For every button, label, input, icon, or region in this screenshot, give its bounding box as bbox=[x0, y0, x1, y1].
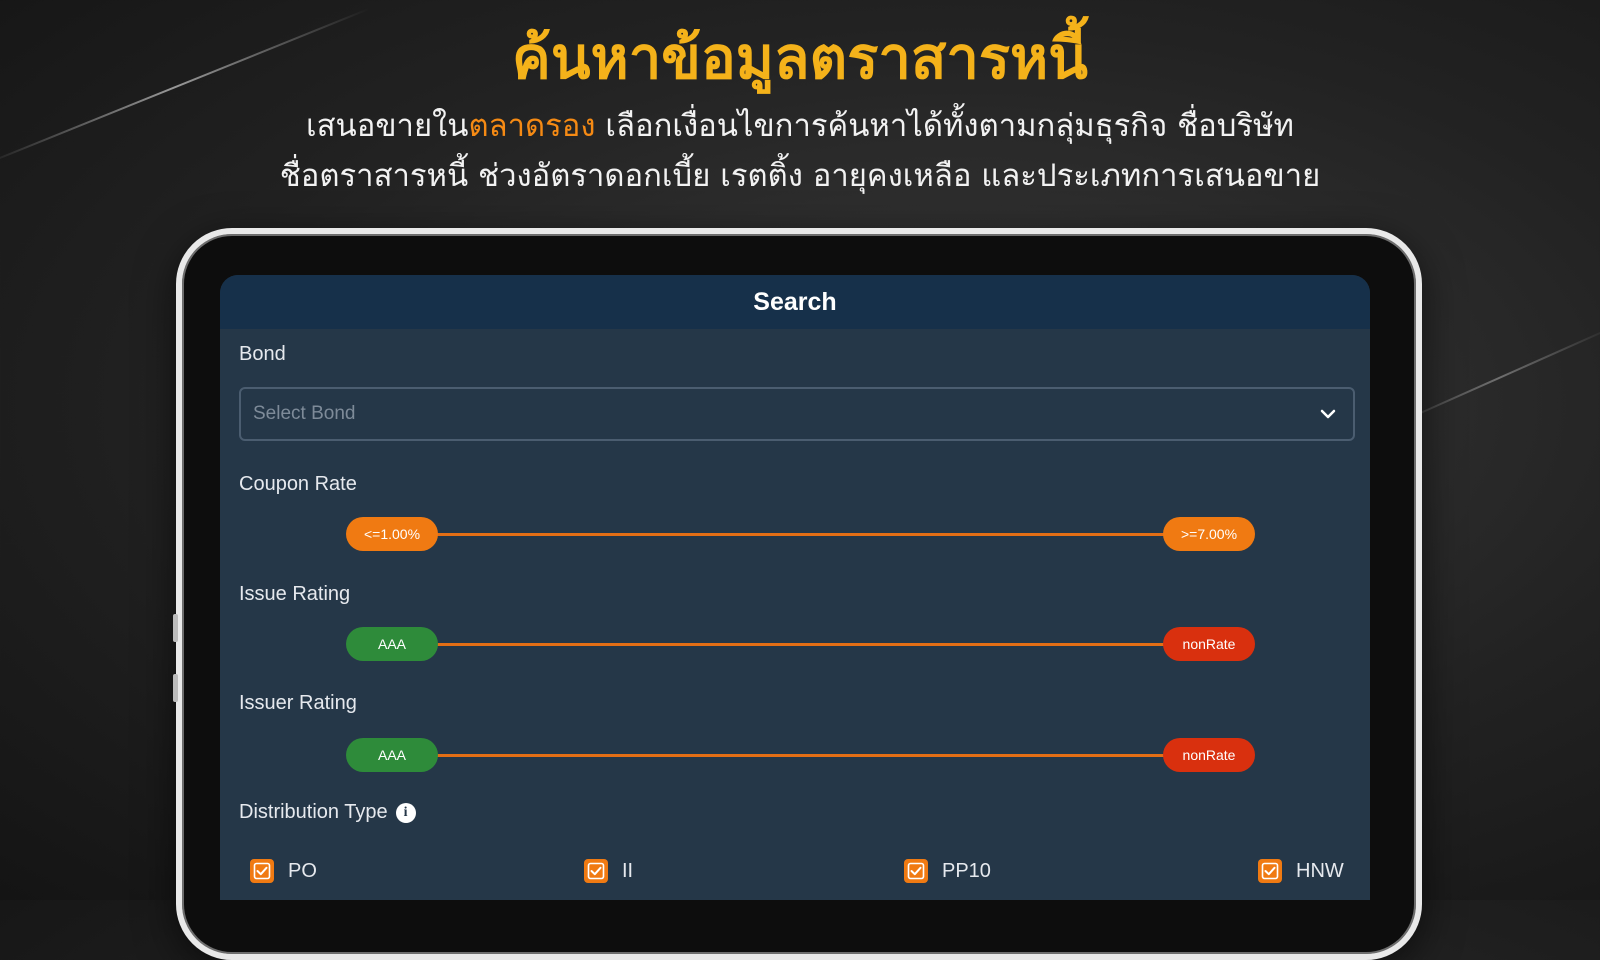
coupon-rate-label: Coupon Rate bbox=[239, 473, 357, 495]
promo-subline-1: เสนอขายในตลาดรอง เลือกเงื่อนไขการค้นหาได… bbox=[0, 104, 1600, 148]
issuer-rating-slider-track[interactable] bbox=[375, 754, 1205, 757]
bond-select[interactable]: Select Bond bbox=[239, 387, 1355, 441]
bond-label: Bond bbox=[239, 343, 286, 365]
check-icon[interactable] bbox=[904, 859, 928, 883]
coupon-rate-max-handle[interactable]: >=7.00% bbox=[1163, 517, 1255, 551]
checkbox-hnw[interactable]: HNW bbox=[1258, 859, 1344, 883]
checkbox-po-label: PO bbox=[288, 859, 317, 882]
coupon-rate-min-handle[interactable]: <=1.00% bbox=[346, 517, 438, 551]
issue-rating-slider-track[interactable] bbox=[375, 643, 1205, 646]
issue-rating-max-handle[interactable]: nonRate bbox=[1163, 627, 1255, 661]
screen-title: Search bbox=[220, 275, 1370, 329]
checkbox-po[interactable]: PO bbox=[250, 859, 317, 883]
checkbox-pp10-label: PP10 bbox=[942, 859, 991, 882]
info-icon[interactable]: i bbox=[395, 803, 416, 823]
issuer-rating-label: Issuer Rating bbox=[239, 692, 357, 714]
chevron-down-icon[interactable] bbox=[1319, 406, 1337, 425]
bond-select-placeholder: Select Bond bbox=[253, 403, 356, 424]
issue-rating-label: Issue Rating bbox=[239, 583, 351, 605]
issuer-rating-max-handle[interactable]: nonRate bbox=[1163, 738, 1255, 772]
check-icon[interactable] bbox=[250, 859, 274, 883]
tablet-side-button bbox=[173, 674, 178, 702]
promo-subline-1-start: เสนอขายใน bbox=[306, 108, 469, 144]
promo-subline-2: ชื่อตราสารหนี้ ช่วงอัตราดอกเบี้ย เรตติ้ง… bbox=[279, 158, 1321, 194]
distribution-type-text: Distribution Type bbox=[239, 801, 388, 823]
checkbox-ii-label: II bbox=[622, 859, 634, 882]
check-icon[interactable] bbox=[584, 859, 608, 883]
coupon-rate-slider-track[interactable] bbox=[375, 533, 1205, 536]
checkbox-hnw-label: HNW bbox=[1296, 859, 1344, 882]
promo-subline-1-end: เลือกเงื่อนไขการค้นหาได้ทั้งตามกลุ่มธุรก… bbox=[595, 108, 1294, 144]
checkbox-ii[interactable]: II bbox=[584, 859, 633, 883]
issue-rating-min-handle[interactable]: AAA bbox=[346, 627, 438, 661]
issuer-rating-min-handle[interactable]: AAA bbox=[346, 738, 438, 772]
tablet-side-button bbox=[173, 614, 178, 642]
search-screen: Search Bond Select Bond Coupon Rate <=1.… bbox=[220, 275, 1370, 900]
check-icon[interactable] bbox=[1258, 859, 1282, 883]
checkbox-pp10[interactable]: PP10 bbox=[904, 859, 991, 883]
distribution-type-label: Distribution Type i bbox=[239, 801, 416, 824]
promo-subline-1-highlight: ตลาดรอง bbox=[468, 108, 596, 144]
promo-headline: ค้นหาข้อมูลตราสารหนี้ bbox=[512, 24, 1088, 92]
